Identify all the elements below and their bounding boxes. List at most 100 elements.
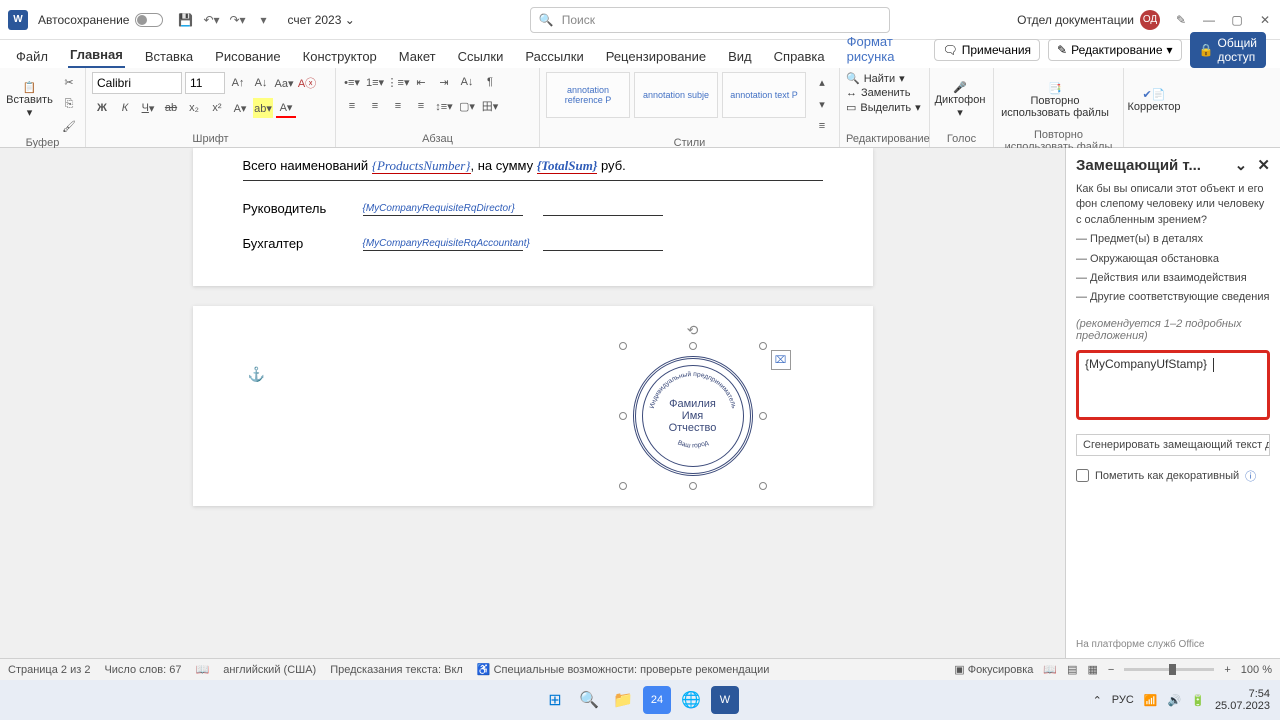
font-color-icon[interactable]: A▾ [276, 98, 296, 118]
tab-view[interactable]: Вид [726, 45, 754, 68]
tray-clock[interactable]: 7:5425.07.2023 [1215, 688, 1270, 712]
tray-wifi-icon[interactable]: 📶 [1144, 694, 1158, 707]
tab-format-picture[interactable]: Формат рисунка [845, 30, 916, 68]
tab-references[interactable]: Ссылки [456, 45, 506, 68]
alt-text-input[interactable]: {MyCompanyUfStamp} [1076, 350, 1270, 420]
tab-home[interactable]: Главная [68, 43, 125, 68]
resize-handle-n[interactable] [689, 342, 697, 350]
text-effects-icon[interactable]: A▾ [230, 98, 250, 118]
tab-draw[interactable]: Рисование [213, 45, 282, 68]
word-taskbar-icon[interactable]: W [711, 686, 739, 714]
user-account[interactable]: Отдел документации ОД [1017, 10, 1160, 30]
rotate-handle-icon[interactable]: ⟲ [687, 322, 699, 339]
taskbar-search-icon[interactable]: 🔍 [575, 686, 603, 714]
numbering-icon[interactable]: 1≡▾ [365, 72, 385, 92]
copy-icon[interactable]: ⎘ [59, 94, 79, 114]
close-icon[interactable]: ✕ [1258, 13, 1272, 27]
multilevel-icon[interactable]: ⋮≡▾ [388, 72, 408, 92]
document-title[interactable]: счет 2023 ⌄ [287, 13, 354, 27]
decrease-indent-icon[interactable]: ⇤ [411, 72, 431, 92]
pen-icon[interactable]: ✎ [1174, 13, 1188, 27]
comments-button[interactable]: 🗨 Примечания [934, 39, 1041, 61]
strike-icon[interactable]: ab [161, 98, 181, 118]
tab-file[interactable]: Файл [14, 45, 50, 68]
status-a11y[interactable]: ♿ Специальные возможности: проверьте рек… [477, 663, 770, 676]
borders-icon[interactable]: 田▾ [480, 96, 500, 116]
select-button[interactable]: ▭ Выделить ▾ [846, 101, 921, 114]
qat-dropdown-icon[interactable]: ▾ [255, 12, 271, 28]
tab-insert[interactable]: Вставка [143, 45, 195, 68]
tray-chevron-icon[interactable]: ⌃ [1093, 694, 1102, 707]
info-icon[interactable]: ⓘ [1245, 468, 1256, 484]
tab-mailings[interactable]: Рассылки [523, 45, 585, 68]
focus-mode-button[interactable]: ▣ Фокусировка [954, 663, 1033, 676]
subscript-icon[interactable]: x₂ [184, 98, 204, 118]
resize-handle-s[interactable] [689, 482, 697, 490]
zoom-in-icon[interactable]: + [1224, 664, 1230, 676]
save-icon[interactable]: 💾 [177, 12, 193, 28]
layout-options-icon[interactable]: ⌧ [771, 350, 791, 370]
toggle-off-icon[interactable] [135, 13, 163, 27]
reuse-files-button[interactable]: 📑Повторно использовать файлы [1000, 72, 1110, 128]
decorative-checkbox[interactable] [1076, 469, 1089, 482]
highlight-icon[interactable]: ab▾ [253, 98, 273, 118]
editing-mode-button[interactable]: ✎ Редактирование ▾ [1048, 39, 1182, 61]
resize-handle-se[interactable] [759, 482, 767, 490]
anchor-icon[interactable]: ⚓ [248, 366, 265, 383]
paste-button[interactable]: 📋 Вставить▾ [6, 72, 53, 128]
align-right-icon[interactable]: ≡ [388, 96, 408, 116]
format-painter-icon[interactable]: 🖌 [59, 116, 79, 136]
maximize-icon[interactable]: ▢ [1230, 13, 1244, 27]
styles-up-icon[interactable]: ▴ [812, 72, 832, 92]
undo-icon[interactable]: ↶▾ [203, 12, 219, 28]
tab-help[interactable]: Справка [772, 45, 827, 68]
find-button[interactable]: 🔍 Найти ▾ [846, 72, 921, 85]
tray-volume-icon[interactable]: 🔊 [1168, 694, 1182, 707]
view-print-icon[interactable]: ▤ [1067, 663, 1077, 676]
justify-icon[interactable]: ≡ [411, 96, 431, 116]
document-area[interactable]: Всего наименований {ProductsNumber}, на … [0, 148, 1065, 658]
underline-icon[interactable]: Ч▾ [138, 98, 158, 118]
font-size-combo[interactable]: 11 [185, 72, 225, 94]
panel-close-icon[interactable]: ✕ [1257, 157, 1270, 174]
align-left-icon[interactable]: ≡ [342, 96, 362, 116]
resize-handle-w[interactable] [619, 412, 627, 420]
show-marks-icon[interactable]: ¶ [480, 72, 500, 92]
status-spell-icon[interactable]: 📖 [196, 663, 210, 676]
font-name-combo[interactable]: Calibri [92, 72, 182, 94]
align-center-icon[interactable]: ≡ [365, 96, 385, 116]
share-button[interactable]: 🔒 Общий доступ [1190, 32, 1266, 68]
sort-icon[interactable]: A↓ [457, 72, 477, 92]
status-page[interactable]: Страница 2 из 2 [8, 664, 90, 676]
dictate-button[interactable]: 🎤Диктофон▾ [936, 72, 984, 128]
zoom-level[interactable]: 100 % [1241, 664, 1272, 676]
stamp-image[interactable]: ⟲ ⌧ Индивидуальный предприниматель Ваш г… [623, 346, 763, 486]
italic-icon[interactable]: К [115, 98, 135, 118]
resize-handle-nw[interactable] [619, 342, 627, 350]
increase-indent-icon[interactable]: ⇥ [434, 72, 454, 92]
resize-handle-ne[interactable] [759, 342, 767, 350]
styles-down-icon[interactable]: ▾ [812, 94, 832, 114]
line-spacing-icon[interactable]: ↕≡▾ [434, 96, 454, 116]
search-input[interactable]: 🔍 Поиск [530, 7, 890, 33]
calendar-icon[interactable]: 24 [643, 686, 671, 714]
view-web-icon[interactable]: ▦ [1088, 663, 1098, 676]
resize-handle-sw[interactable] [619, 482, 627, 490]
resize-handle-e[interactable] [759, 412, 767, 420]
styles-more-icon[interactable]: ≡ [812, 116, 832, 136]
redo-icon[interactable]: ↷▾ [229, 12, 245, 28]
status-predictions[interactable]: Предсказания текста: Вкл [330, 664, 463, 676]
shrink-font-icon[interactable]: A↓ [251, 73, 271, 93]
cut-icon[interactable]: ✂ [59, 72, 79, 92]
corrector-button[interactable]: ✔📄Корректор [1130, 72, 1178, 128]
tab-layout[interactable]: Макет [397, 45, 438, 68]
generate-alt-button[interactable]: Сгенерировать замещающий текст для ме [1076, 434, 1270, 456]
status-words[interactable]: Число слов: 67 [104, 664, 181, 676]
shading-icon[interactable]: ▢▾ [457, 96, 477, 116]
minimize-icon[interactable]: — [1202, 13, 1216, 27]
zoom-out-icon[interactable]: − [1108, 664, 1114, 676]
tab-review[interactable]: Рецензирование [604, 45, 708, 68]
bullets-icon[interactable]: •≡▾ [342, 72, 362, 92]
style-item-1[interactable]: annotation reference P [546, 72, 630, 118]
style-item-3[interactable]: annotation text P [722, 72, 806, 118]
